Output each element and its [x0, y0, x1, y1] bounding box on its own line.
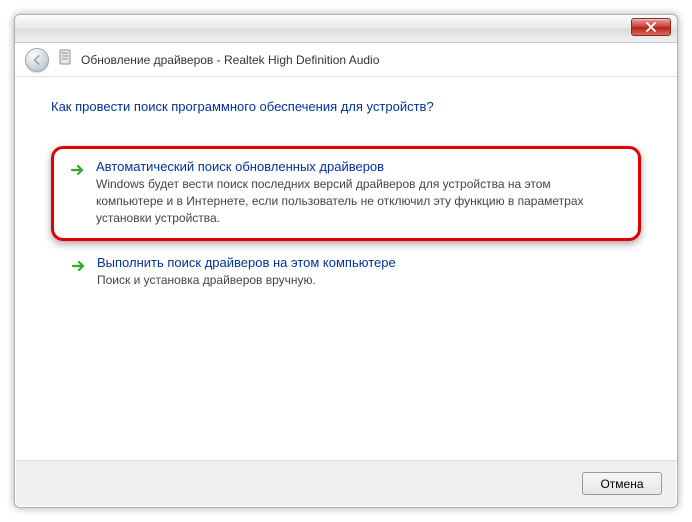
arrow-right-icon	[71, 258, 87, 279]
window-title: Обновление драйверов - Realtek High Defi…	[81, 53, 379, 67]
dialog-window: Обновление драйверов - Realtek High Defi…	[14, 14, 678, 508]
option-description: Windows будет вести поиск последних верс…	[96, 176, 620, 226]
header-bar: Обновление драйверов - Realtek High Defi…	[15, 43, 677, 77]
option-title: Выполнить поиск драйверов на этом компью…	[97, 255, 623, 270]
close-button[interactable]	[631, 18, 671, 36]
content-area: Как провести поиск программного обеспече…	[15, 77, 677, 459]
option-auto-search[interactable]: Автоматический поиск обновленных драйвер…	[51, 146, 641, 241]
close-icon	[646, 22, 656, 32]
page-heading: Как провести поиск программного обеспече…	[51, 99, 641, 114]
arrow-left-icon	[31, 54, 43, 66]
footer-bar: Отмена	[16, 460, 676, 506]
cancel-button[interactable]: Отмена	[582, 472, 662, 495]
device-icon	[57, 49, 73, 70]
option-description: Поиск и установка драйверов вручную.	[97, 272, 623, 289]
back-button[interactable]	[25, 48, 49, 72]
arrow-right-icon	[70, 162, 86, 183]
titlebar	[15, 15, 677, 43]
option-local-search[interactable]: Выполнить поиск драйверов на этом компью…	[51, 255, 641, 301]
option-title: Автоматический поиск обновленных драйвер…	[96, 159, 620, 174]
